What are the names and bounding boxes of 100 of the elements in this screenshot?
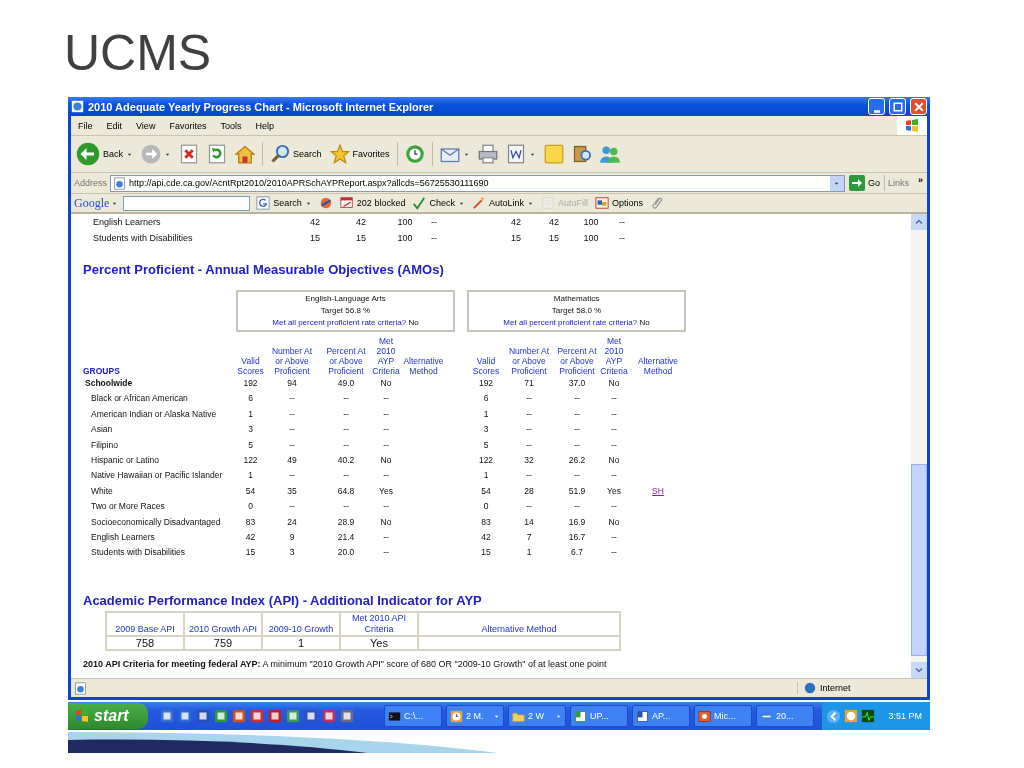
table-cell-text: No [607, 454, 621, 468]
taskbar-button[interactable]: 2 W [508, 705, 566, 727]
column-header: 2010 Growth API [184, 611, 262, 636]
minimize-button[interactable] [868, 98, 885, 115]
toolbar-button[interactable]: 202 blocked [338, 196, 407, 210]
table-cell-text: -- [430, 232, 438, 245]
search-field[interactable] [123, 195, 251, 211]
group-label: Filipino [90, 438, 119, 452]
table-cell-text: 83 [480, 515, 492, 529]
address-field[interactable]: http://api.cde.ca.gov/AcntRpt2010/2010APRSchAYPReport.aspx?allcds=56725530111690 [110, 174, 845, 192]
go-button[interactable]: Go [847, 175, 881, 191]
table-cell-text: No [379, 515, 393, 529]
scroll-up-button[interactable] [911, 214, 927, 230]
table-cell-text: -- [610, 392, 618, 406]
toolbar-icon-button[interactable] [206, 144, 228, 164]
group-label: Two or More Races [90, 500, 166, 514]
table-cell-text: -- [525, 438, 533, 452]
activity-icon[interactable] [861, 709, 876, 723]
stop-icon [179, 144, 199, 164]
toolbar-button[interactable]: Search [255, 196, 313, 210]
table-cell-text: -- [288, 438, 296, 452]
scrollbar[interactable] [911, 214, 927, 678]
google-menu-button[interactable]: Google [74, 195, 119, 211]
group-label: English Learners [90, 531, 156, 545]
chevron-button[interactable]: » [912, 175, 927, 191]
table-cell-text: -- [382, 531, 390, 545]
table-cell-text: -- [573, 407, 581, 421]
table-cell-text: Yes [606, 484, 622, 498]
group-label: White [90, 484, 114, 498]
table-cell-text: No [607, 515, 621, 529]
menu-item[interactable]: Help [248, 120, 281, 131]
scroll-thumb[interactable] [911, 464, 927, 656]
column-header: 2009-10 Growth [262, 611, 340, 636]
toolbar-button[interactable]: Check [411, 196, 466, 210]
table-cell-text: 15 [548, 232, 560, 245]
table-cell-text: 1 [482, 469, 490, 483]
group-label: American Indian or Alaska Native [90, 407, 218, 421]
column-header: Valid Scores [236, 356, 265, 376]
table-cell-text: -- [342, 423, 350, 437]
table-cell-text: 40.2 [336, 454, 356, 468]
taskbar-button[interactable]: UP... [570, 705, 628, 727]
taskbar-button[interactable]: Mic... [694, 705, 752, 727]
subject-name: English-Language Arts [305, 293, 386, 305]
table-cell-text: 9 [288, 531, 296, 545]
taskbar-button[interactable]: C:\... [384, 705, 442, 727]
section-heading: Percent Proficient - Annual Measurable Objectives (AMOs) [83, 261, 444, 279]
refresh-icon [207, 144, 227, 164]
table-cell-text: 71 [523, 377, 535, 390]
column-header: Met 2010 AYP Criteria [599, 336, 629, 376]
star-icon [329, 144, 350, 164]
table-cell-text: -- [573, 469, 581, 483]
toolbar-button[interactable]: AutoLink [470, 196, 535, 210]
toolbar-icon-button[interactable] [178, 144, 200, 164]
table-cell-text: 5 [247, 438, 254, 452]
scroll-down-button[interactable] [911, 662, 927, 678]
group-label: Hispanic or Latino [90, 454, 161, 468]
menu-item[interactable]: File [71, 120, 100, 131]
table-cell-text: 6 [247, 392, 254, 406]
toolbar-button[interactable]: Search [269, 144, 323, 164]
popup-blocked-icon [339, 196, 354, 210]
table-cell-text: 24 [286, 515, 298, 529]
table-cell-text: 3 [288, 546, 296, 560]
close-button[interactable] [910, 98, 927, 115]
table-cell-text: -- [525, 423, 533, 437]
taskbar-button[interactable]: 2 M. [446, 705, 504, 727]
menu-item[interactable]: Edit [99, 120, 130, 131]
table-cell-text: -- [610, 531, 618, 545]
criteria-question: Met all percent proficient rate criteria? [503, 318, 638, 327]
group-label: English Learners [92, 216, 162, 229]
menu-item[interactable]: Tools [213, 120, 249, 131]
menu-item[interactable]: View [129, 120, 163, 131]
table-cell-text: -- [573, 500, 581, 514]
maximize-icon [891, 100, 904, 113]
maximize-button[interactable] [889, 98, 906, 115]
criteria-note: 2010 API Criteria for meeting federal AYP: A minimum "2010 Growth API" score of 680 OR "2009-10 Growth" of at least one point [83, 658, 607, 669]
toolbar-icon-button[interactable] [403, 144, 426, 164]
menu-item[interactable]: Favorites [162, 120, 214, 131]
column-header: Number At or Above Proficient [270, 346, 314, 376]
table-cell-text: -- [610, 423, 618, 437]
clock-icon[interactable] [844, 709, 859, 723]
security-zone-label: Internet [820, 683, 851, 693]
pagerank-icon [318, 196, 333, 210]
table-cell-text: 6.7 [570, 546, 584, 560]
page-icon [74, 681, 87, 695]
criteria-answer: No [639, 318, 650, 327]
alternative-method-link[interactable]: SH [652, 485, 664, 496]
taskbar-button[interactable]: 20... [756, 705, 814, 727]
links-label[interactable]: Links [887, 178, 909, 188]
toolbar-button[interactable]: Back [75, 142, 134, 166]
toolbar-icon-button[interactable] [234, 144, 256, 164]
toolbar-button[interactable]: Favorites [328, 144, 391, 164]
table-cell-text: 32 [523, 454, 535, 468]
table-cell: 1 [262, 635, 340, 650]
column-header: Valid Scores [471, 356, 501, 376]
toolbar-button[interactable]: Options [593, 196, 644, 210]
table-cell-text: 5 [482, 438, 490, 452]
toolbar-icon-button[interactable] [476, 144, 499, 164]
taskbar-button[interactable]: AP... [632, 705, 690, 727]
chevron-left-icon[interactable] [826, 708, 842, 724]
table-cell-text: 42 [510, 216, 522, 229]
